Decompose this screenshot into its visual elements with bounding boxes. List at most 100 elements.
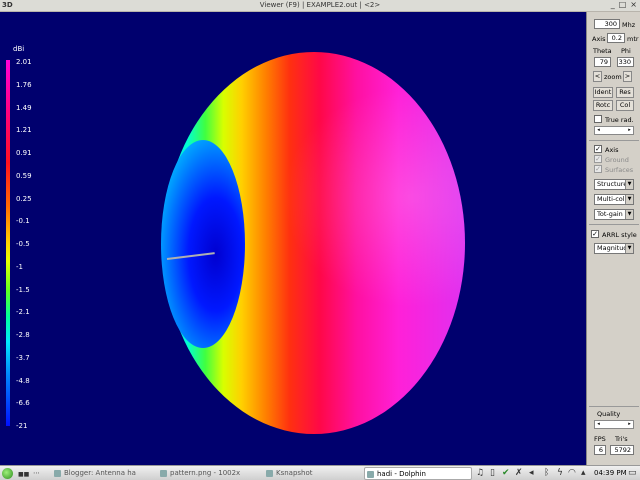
control-panel: 300 Mhz Axis 0.2 mtr Theta Phi 79 330 < … bbox=[586, 12, 640, 465]
chevron-down-icon[interactable]: ▼ bbox=[625, 210, 633, 219]
rotation-slider[interactable]: ◂ ▸ bbox=[594, 126, 634, 135]
legend-tick-label: 1.49 bbox=[16, 103, 32, 112]
tools-icon[interactable]: ✗ bbox=[515, 468, 523, 479]
legend-tick-label: -1 bbox=[16, 262, 23, 271]
axis-checkbox[interactable]: ✓ bbox=[594, 145, 602, 153]
legend-tick-label: 2.01 bbox=[16, 58, 32, 66]
title-bar: 3D Viewer (F9) | EXAMPLE2.out | <2> _ □ … bbox=[0, 0, 640, 12]
slider-left-icon[interactable]: ◂ bbox=[595, 421, 602, 428]
surfaces-checkbox[interactable]: ✓ bbox=[594, 165, 602, 173]
col-button[interactable]: Col bbox=[616, 100, 634, 111]
window-list-icon[interactable]: ▭ bbox=[628, 468, 637, 479]
legend-tick-label: -2.1 bbox=[16, 308, 30, 317]
legend-tick-label: -2.8 bbox=[16, 331, 30, 339]
lightning-icon[interactable]: ϟ bbox=[557, 468, 563, 479]
panel-divider bbox=[589, 224, 639, 225]
panel-divider bbox=[589, 140, 639, 141]
task-label: Blogger: Antenna ha bbox=[64, 469, 136, 477]
task-label: hadi - Dolphin bbox=[377, 470, 426, 478]
ground-checkbox[interactable]: ✓ bbox=[594, 155, 602, 163]
clock[interactable]: 04:39 PM bbox=[594, 468, 627, 479]
volume-icon[interactable]: ◂ bbox=[529, 468, 534, 479]
surfaces-check-label: Surfaces bbox=[605, 166, 634, 174]
true-rad-label: True rad. bbox=[605, 116, 634, 124]
image-viewer-icon bbox=[160, 470, 167, 477]
slider-right-icon[interactable]: ▸ bbox=[626, 127, 633, 134]
music-icon[interactable]: ♫ bbox=[476, 468, 484, 479]
legend-tick-label: -1.5 bbox=[16, 285, 30, 294]
phi-label: Phi bbox=[621, 47, 631, 55]
window-controls: _ □ × bbox=[611, 0, 637, 9]
axis-length-unit: mtr bbox=[627, 35, 639, 43]
gain-select[interactable]: Tot-gain ▼ bbox=[594, 209, 634, 220]
clipboard-icon[interactable]: ▯ bbox=[490, 468, 495, 479]
show-desktop-icon[interactable]: ■■ bbox=[18, 469, 29, 480]
wifi-icon[interactable]: ◠ bbox=[568, 468, 576, 479]
slider-left-icon[interactable]: ◂ bbox=[595, 127, 602, 134]
legend-color-bar bbox=[6, 60, 10, 426]
tris-value: 5792 bbox=[610, 445, 634, 455]
frequency-input[interactable]: 300 bbox=[594, 19, 620, 29]
phi-input[interactable]: 330 bbox=[617, 57, 634, 67]
task-pattern-png[interactable]: pattern.png - 1002x bbox=[158, 467, 254, 480]
legend-tick-label: 0.59 bbox=[16, 171, 32, 180]
start-menu-icon[interactable] bbox=[2, 468, 13, 479]
true-rad-checkbox[interactable] bbox=[594, 115, 602, 123]
zoom-out-button[interactable]: < bbox=[593, 71, 602, 82]
res-button[interactable]: Res bbox=[616, 87, 634, 98]
arrl-style-select[interactable]: Magnitude ▼ bbox=[594, 243, 634, 254]
task-ksnapshot[interactable]: Ksnapshot bbox=[264, 467, 354, 480]
ground-check-label: Ground bbox=[605, 156, 629, 164]
legend-tick-label: -0.5 bbox=[16, 240, 30, 248]
legend-unit: dBi bbox=[13, 45, 25, 53]
legend-tick-label: -21 bbox=[16, 422, 28, 430]
pattern-null-region bbox=[161, 140, 245, 348]
3d-viewport[interactable]: dBi 2.01 1.76 1.49 1.21 0.91 0.59 0.25 -0.1 -0.5… bbox=[0, 12, 586, 465]
legend-tick-label: -3.7 bbox=[16, 353, 30, 362]
axis-length-input[interactable]: 0.2 bbox=[607, 33, 625, 43]
quality-slider[interactable]: ◂ ▸ bbox=[594, 420, 634, 429]
window-title: Viewer (F9) | EXAMPLE2.out | <2> bbox=[259, 1, 381, 9]
structure-select-value: Structure bbox=[597, 180, 628, 188]
pager-icon[interactable]: ⋯ bbox=[33, 468, 40, 479]
browser-icon bbox=[54, 470, 61, 477]
fps-value: 6 bbox=[594, 445, 606, 455]
minimize-button[interactable]: _ bbox=[611, 0, 615, 9]
notification-icon[interactable]: ▴ bbox=[581, 468, 586, 479]
maximize-button[interactable]: □ bbox=[619, 0, 627, 9]
axis-check-label: Axis bbox=[605, 146, 619, 154]
taskbar: ■■ ⋯ Blogger: Antenna ha pattern.png - 1… bbox=[0, 465, 640, 480]
folder-icon bbox=[367, 471, 374, 478]
axis-length-label: Axis bbox=[592, 35, 606, 43]
zoom-in-button[interactable]: > bbox=[623, 71, 632, 82]
ident-button[interactable]: Ident bbox=[593, 87, 613, 98]
bluetooth-icon[interactable]: ᛒ bbox=[544, 468, 549, 479]
gain-select-value: Tot-gain bbox=[597, 210, 623, 218]
fps-label: FPS bbox=[594, 435, 606, 443]
frequency-unit: Mhz bbox=[622, 21, 636, 29]
tris-label: Tri's bbox=[615, 435, 628, 443]
theta-label: Theta bbox=[593, 47, 612, 55]
chevron-down-icon[interactable]: ▼ bbox=[625, 195, 633, 204]
camera-icon bbox=[266, 470, 273, 477]
check-icon[interactable]: ✔ bbox=[502, 468, 510, 479]
legend-tick-label: 1.21 bbox=[16, 126, 32, 135]
rotc-button[interactable]: Rotc bbox=[593, 100, 613, 111]
chevron-down-icon[interactable]: ▼ bbox=[625, 180, 633, 189]
quality-label: Quality bbox=[597, 410, 621, 418]
legend-tick-label: -6.6 bbox=[16, 399, 30, 408]
chevron-down-icon[interactable]: ▼ bbox=[625, 244, 633, 253]
arrl-style-checkbox[interactable]: ✓ bbox=[591, 230, 599, 238]
arrl-style-label: ARRL style bbox=[602, 231, 637, 239]
color-mode-select[interactable]: Multi-color ▼ bbox=[594, 194, 634, 205]
panel-divider bbox=[589, 406, 639, 407]
zoom-label: zoom bbox=[604, 73, 622, 81]
task-dolphin[interactable]: hadi - Dolphin bbox=[364, 467, 472, 480]
legend-tick-label: -0.1 bbox=[16, 217, 30, 226]
theta-input[interactable]: 79 bbox=[594, 57, 611, 67]
close-button[interactable]: × bbox=[630, 0, 637, 9]
task-blogger[interactable]: Blogger: Antenna ha bbox=[52, 467, 148, 480]
slider-right-icon[interactable]: ▸ bbox=[626, 421, 633, 428]
task-label: pattern.png - 1002x bbox=[170, 469, 241, 477]
structure-select[interactable]: Structure ▼ bbox=[594, 179, 634, 190]
